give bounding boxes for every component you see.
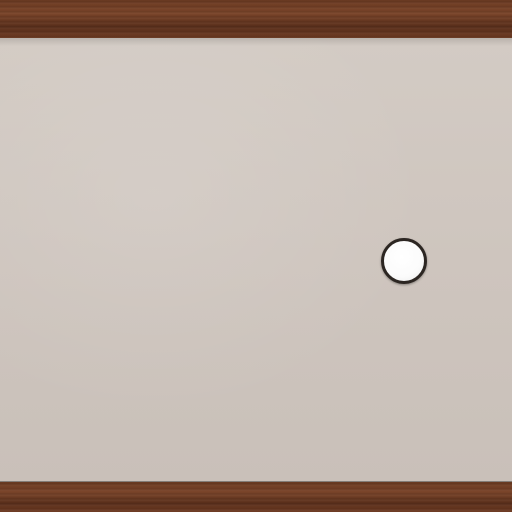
wall-shadow xyxy=(0,38,512,46)
round-light-icon xyxy=(381,238,427,284)
top-wood-trim xyxy=(0,0,512,38)
room-scene xyxy=(0,0,512,512)
bottom-wood-trim xyxy=(0,482,512,512)
wall-panel xyxy=(0,38,512,482)
